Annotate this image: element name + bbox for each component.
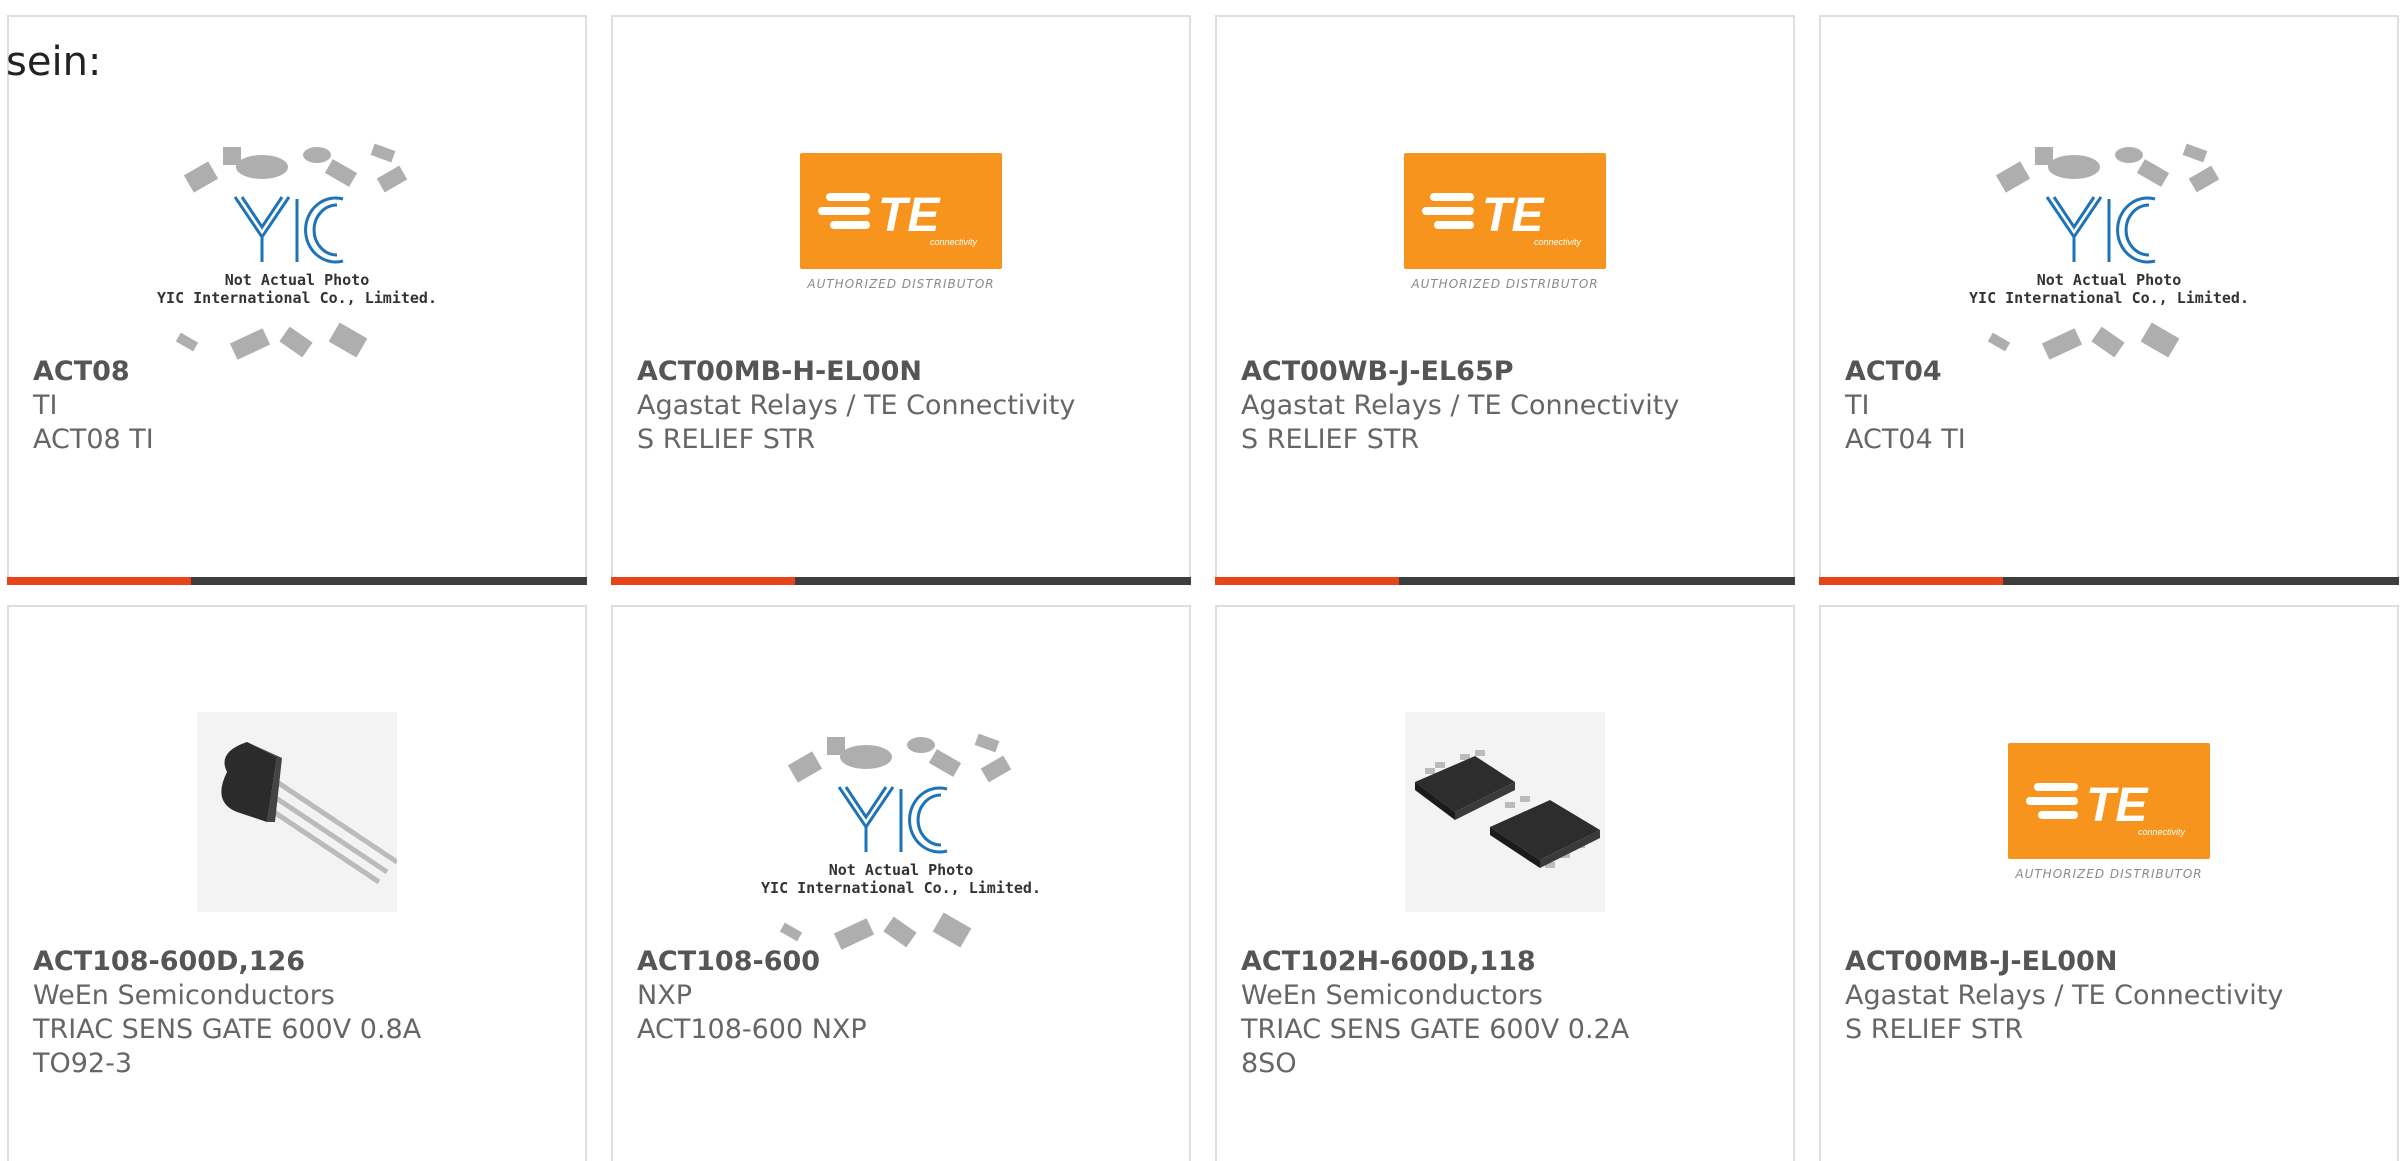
- yic-placeholder-image: Not Actual Photo YIC International Co., …: [761, 727, 1041, 950]
- product-info: ACT08 TI ACT08 TI: [33, 355, 565, 457]
- card-bottom-bar: [1819, 577, 2399, 585]
- product-image[interactable]: [9, 677, 585, 947]
- yic-caption-line2: YIC International Co., Limited.: [761, 879, 1041, 897]
- manufacturer: WeEn Semiconductors: [1241, 980, 1543, 1011]
- description: ACT108-600 NXP: [637, 1014, 867, 1045]
- product-info: ACT04 TI ACT04 TI: [1845, 355, 2377, 457]
- package: TO92-3: [33, 1048, 133, 1079]
- product-info: ACT00MB-J-EL00N Agastat Relays / TE Conn…: [1845, 945, 2377, 1047]
- part-number-link[interactable]: ACT108-600: [637, 945, 1169, 979]
- product-card[interactable]: ACT108-600D,126 WeEn Semiconductors TRIA…: [7, 605, 587, 1161]
- description: ACT08 TI: [33, 424, 154, 455]
- description: S RELIEF STR: [1845, 1014, 2024, 1045]
- manufacturer: Agastat Relays / TE Connectivity: [1845, 980, 2284, 1011]
- description: TRIAC SENS GATE 600V 0.2A: [1241, 1014, 1630, 1045]
- product-image[interactable]: TE connectivity AUTHORIZED DISTRIBUTOR: [1217, 87, 1793, 357]
- card-bottom-bar: [7, 577, 587, 585]
- card-bottom-bar: [611, 577, 1191, 585]
- part-number-link[interactable]: ACT00MB-J-EL00N: [1845, 945, 2377, 979]
- product-card[interactable]: Not Actual Photo YIC International Co., …: [7, 15, 587, 585]
- te-distributor-text: AUTHORIZED DISTRIBUTOR: [807, 277, 995, 291]
- card-accent-bar: [1819, 577, 2003, 585]
- card-accent-bar: [7, 577, 191, 585]
- card-accent-bar: [1215, 577, 1399, 585]
- product-card[interactable]: TE connectivity AUTHORIZED DISTRIBUTOR A…: [1819, 605, 2399, 1161]
- manufacturer: TI: [1845, 390, 1870, 421]
- product-info: ACT00WB-J-EL65P Agastat Relays / TE Conn…: [1241, 355, 1773, 457]
- manufacturer: NXP: [637, 980, 692, 1011]
- manufacturer: Agastat Relays / TE Connectivity: [1241, 390, 1680, 421]
- part-number-link[interactable]: ACT08: [33, 355, 565, 389]
- yic-caption-line2: YIC International Co., Limited.: [157, 289, 437, 307]
- svg-text:connectivity: connectivity: [1534, 237, 1582, 247]
- te-logo-icon: TE connectivity: [1404, 153, 1606, 269]
- manufacturer: Agastat Relays / TE Connectivity: [637, 390, 1076, 421]
- description: ACT04 TI: [1845, 424, 1966, 455]
- package: 8SO: [1241, 1048, 1297, 1079]
- part-number-link[interactable]: ACT00WB-J-EL65P: [1241, 355, 1773, 389]
- yic-placeholder-image: Not Actual Photo YIC International Co., …: [157, 137, 437, 360]
- te-logo-icon: TE connectivity: [800, 153, 1002, 269]
- product-image[interactable]: TE connectivity AUTHORIZED DISTRIBUTOR: [1821, 677, 2397, 947]
- product-image[interactable]: [1217, 677, 1793, 947]
- part-number-link[interactable]: ACT00MB-H-EL00N: [637, 355, 1169, 389]
- product-info: ACT108-600 NXP ACT108-600 NXP: [637, 945, 1169, 1047]
- te-logo-icon: TE connectivity: [2008, 743, 2210, 859]
- svg-text:connectivity: connectivity: [930, 237, 978, 247]
- product-card[interactable]: Not Actual Photo YIC International Co., …: [1819, 15, 2399, 585]
- product-card[interactable]: ACT102H-600D,118 WeEn Semiconductors TRI…: [1215, 605, 1795, 1161]
- to92-package-icon: [197, 712, 397, 912]
- te-distributor-text: AUTHORIZED DISTRIBUTOR: [1411, 277, 1599, 291]
- description: S RELIEF STR: [1241, 424, 1420, 455]
- te-logo-image: TE connectivity AUTHORIZED DISTRIBUTOR: [2008, 743, 2210, 881]
- te-logo-image: TE connectivity AUTHORIZED DISTRIBUTOR: [1404, 153, 1606, 291]
- te-logo-image: TE connectivity AUTHORIZED DISTRIBUTOR: [800, 153, 1002, 291]
- svg-text:TE: TE: [2086, 779, 2149, 832]
- product-image[interactable]: Not Actual Photo YIC International Co., …: [613, 677, 1189, 950]
- chip-packages-icon: [175, 143, 408, 360]
- product-card[interactable]: TE connectivity AUTHORIZED DISTRIBUTOR A…: [611, 15, 1191, 585]
- product-grid: Not Actual Photo YIC International Co., …: [7, 15, 2399, 1161]
- description: S RELIEF STR: [637, 424, 816, 455]
- manufacturer: TI: [33, 390, 58, 421]
- product-grid-page: sein: Not Actual Photo YIC International…: [0, 0, 2400, 1161]
- product-card[interactable]: Not Actual Photo YIC International Co., …: [611, 605, 1191, 1161]
- part-number-link[interactable]: ACT102H-600D,118: [1241, 945, 1773, 979]
- svg-text:TE: TE: [878, 189, 941, 242]
- yic-placeholder-image: Not Actual Photo YIC International Co., …: [1969, 137, 2249, 360]
- chip-packages-icon: [779, 733, 1012, 950]
- so8-package-icon: [1405, 712, 1605, 912]
- product-image[interactable]: Not Actual Photo YIC International Co., …: [9, 87, 585, 360]
- te-distributor-text: AUTHORIZED DISTRIBUTOR: [2015, 867, 2203, 881]
- card-bottom-bar: [1215, 577, 1795, 585]
- chip-packages-icon: [1987, 143, 2220, 360]
- part-number-link[interactable]: ACT108-600D,126: [33, 945, 565, 979]
- product-info: ACT108-600D,126 WeEn Semiconductors TRIA…: [33, 945, 565, 1081]
- section-label: sein:: [6, 39, 102, 85]
- product-info: ACT00MB-H-EL00N Agastat Relays / TE Conn…: [637, 355, 1169, 457]
- card-accent-bar: [611, 577, 795, 585]
- svg-text:TE: TE: [1482, 189, 1545, 242]
- yic-caption-line2: YIC International Co., Limited.: [1969, 289, 2249, 307]
- product-image[interactable]: Not Actual Photo YIC International Co., …: [1821, 87, 2397, 360]
- manufacturer: WeEn Semiconductors: [33, 980, 335, 1011]
- svg-text:connectivity: connectivity: [2138, 827, 2186, 837]
- product-image[interactable]: TE connectivity AUTHORIZED DISTRIBUTOR: [613, 87, 1189, 357]
- part-number-link[interactable]: ACT04: [1845, 355, 2377, 389]
- product-info: ACT102H-600D,118 WeEn Semiconductors TRI…: [1241, 945, 1773, 1081]
- product-card[interactable]: TE connectivity AUTHORIZED DISTRIBUTOR A…: [1215, 15, 1795, 585]
- description: TRIAC SENS GATE 600V 0.8A: [33, 1014, 422, 1045]
